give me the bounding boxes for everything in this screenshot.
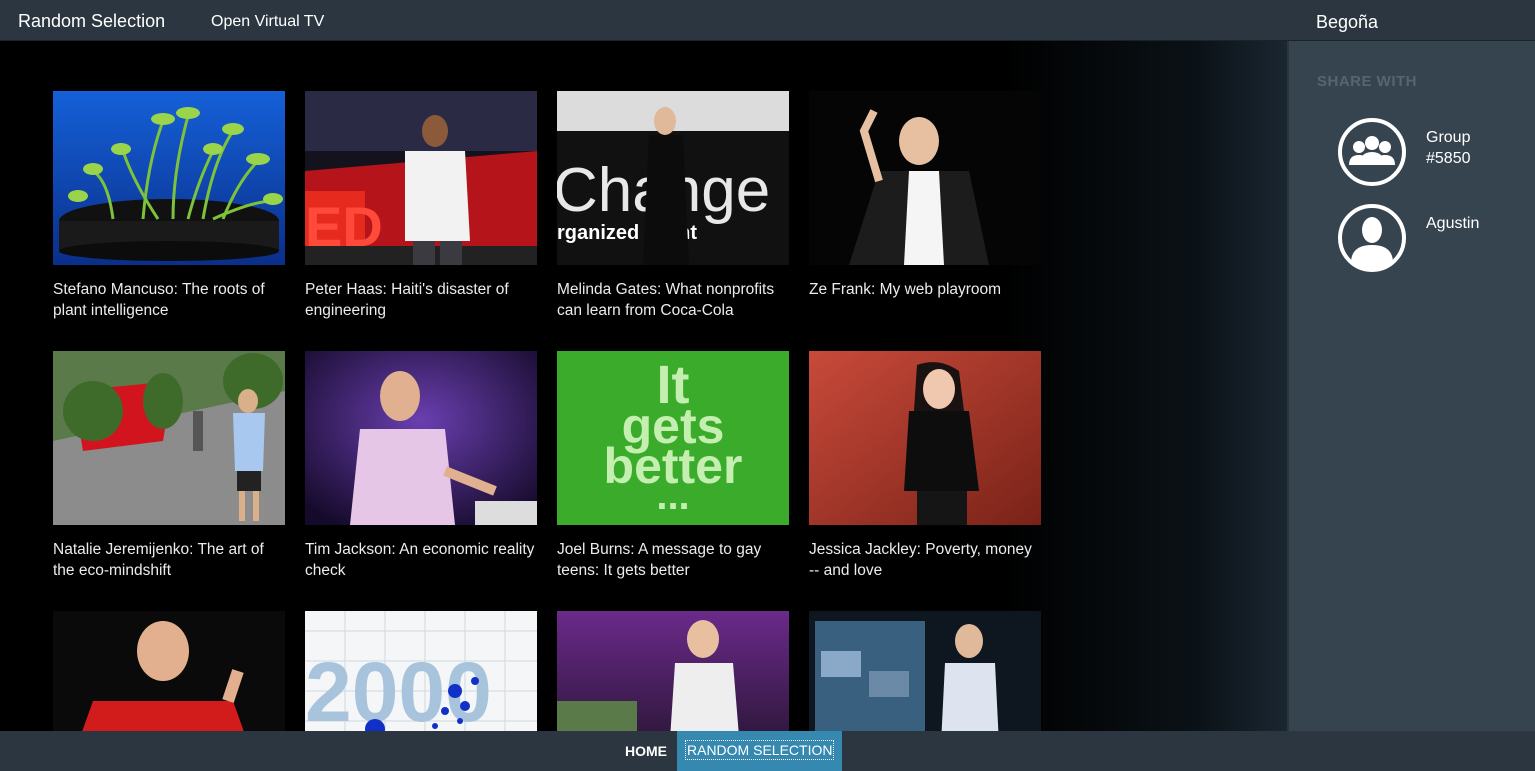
group-icon[interactable]: [1337, 117, 1407, 187]
share-with-heading: SHARE WITH: [1317, 73, 1417, 90]
bottom-nav: HOME RANDOM SELECTION: [0, 731, 1535, 771]
video-title[interactable]: Natalie Jeremijenko: The art of the eco-…: [53, 539, 285, 581]
share-target-label[interactable]: Agustin: [1426, 213, 1516, 234]
video-gallery: Stefano Mancuso: The roots of plant inte…: [0, 41, 1287, 731]
video-title[interactable]: Tim Jackson: An economic reality check: [305, 539, 537, 581]
chart-year-text: 2000: [305, 645, 492, 731]
video-title[interactable]: Stefano Mancuso: The roots of plant inte…: [53, 279, 285, 321]
video-title[interactable]: Jessica Jackley: Poverty, money -- and l…: [809, 539, 1041, 581]
speaker-screens-thumbnail[interactable]: [809, 611, 1041, 731]
speaker-purple-thumbnail[interactable]: [305, 351, 537, 525]
person-icon[interactable]: [1337, 203, 1407, 273]
speaker-white-jacket-thumbnail[interactable]: [557, 611, 789, 731]
street-garden-thumbnail[interactable]: [53, 351, 285, 525]
poster-line-4: ...: [656, 474, 689, 518]
speaker-ted-stage-thumbnail[interactable]: ED: [305, 91, 537, 265]
speaker-dark-thumbnail[interactable]: [809, 91, 1041, 265]
sprouts-thumbnail[interactable]: [53, 91, 285, 265]
share-target-label[interactable]: Group #5850: [1426, 127, 1516, 169]
share-target-person[interactable]: Agustin: [1337, 203, 1527, 275]
share-sidebar: SHARE WITH Group #5850 Agustin: [1287, 41, 1535, 731]
video-title[interactable]: Peter Haas: Haiti's disaster of engineer…: [305, 279, 537, 321]
it-gets-better-thumbnail[interactable]: It gets better ...: [557, 351, 789, 525]
speaker-red-stage-thumbnail[interactable]: [809, 351, 1041, 525]
video-title[interactable]: Ze Frank: My web playroom: [809, 279, 1041, 300]
home-button[interactable]: HOME: [625, 743, 667, 759]
app-title: Random Selection: [18, 11, 166, 31]
open-virtual-tv-link[interactable]: Open Virtual TV: [211, 13, 324, 31]
video-title[interactable]: Melinda Gates: What nonprofits can learn…: [557, 279, 789, 321]
random-selection-button[interactable]: RANDOM SELECTION: [677, 731, 842, 771]
video-title[interactable]: Joel Burns: A message to gay teens: It g…: [557, 539, 789, 581]
user-name[interactable]: Begoña: [1316, 12, 1378, 33]
chart-2000-thumbnail[interactable]: 2000: [305, 611, 537, 731]
speaker-change-screen-thumbnail[interactable]: Change rganized event: [557, 91, 789, 265]
share-target-group[interactable]: Group #5850: [1337, 117, 1527, 189]
top-bar: Random Selection Open Virtual TV Begoña: [0, 0, 1535, 41]
random-selection-label[interactable]: RANDOM SELECTION: [684, 740, 835, 760]
speaker-red-shirt-thumbnail[interactable]: [53, 611, 285, 731]
